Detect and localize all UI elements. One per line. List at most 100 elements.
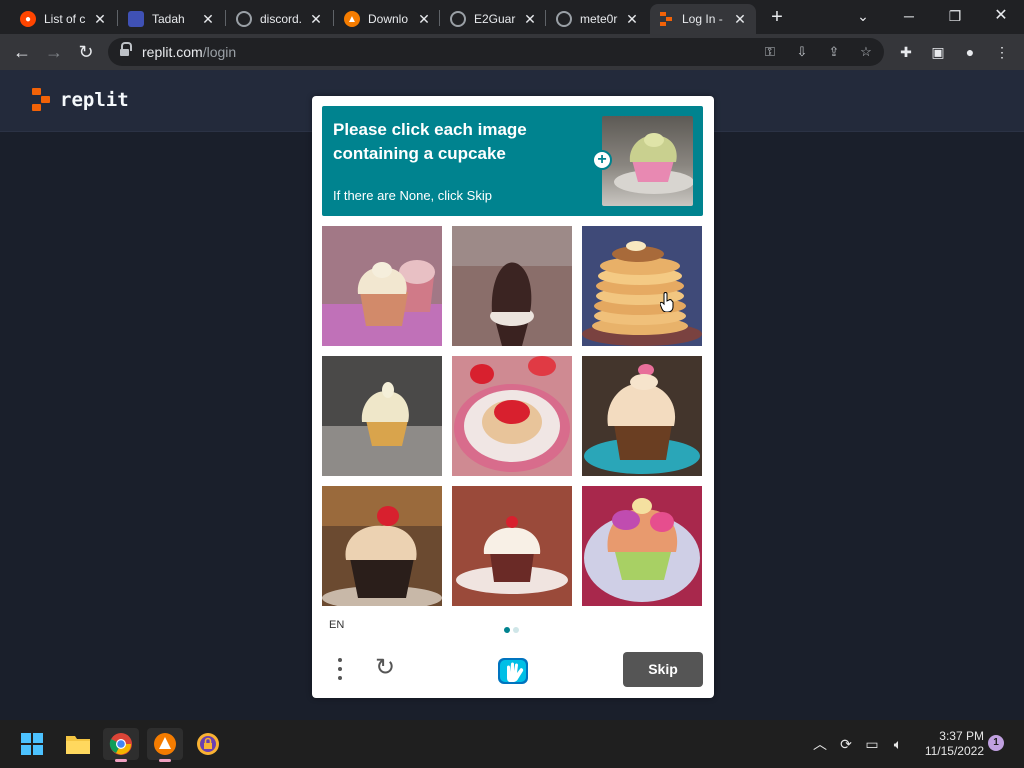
tab-title: List of c bbox=[44, 12, 86, 26]
language-selector[interactable]: EN bbox=[329, 619, 344, 631]
tab-e2guardian[interactable]: E2Guar ✕ bbox=[442, 4, 546, 34]
tab-search-button[interactable]: ⌄ bbox=[848, 4, 878, 28]
example-image bbox=[602, 116, 693, 206]
forward-button[interactable]: → bbox=[42, 40, 66, 64]
tab-title: discord. bbox=[260, 12, 303, 26]
menu-icon[interactable]: ⋮ bbox=[990, 40, 1014, 64]
tab-divider bbox=[117, 10, 118, 26]
image-tile[interactable] bbox=[582, 486, 702, 606]
tab-title: E2Guar bbox=[474, 12, 516, 26]
image-tile[interactable] bbox=[452, 486, 572, 606]
challenge-footer: ↻ Skip bbox=[312, 646, 714, 698]
add-example-icon: + bbox=[592, 150, 612, 170]
refresh-icon[interactable]: ↻ bbox=[372, 655, 398, 681]
figure-icon bbox=[128, 11, 144, 27]
tab-divider bbox=[439, 10, 440, 26]
sync-icon[interactable]: ⟳ bbox=[836, 734, 856, 754]
clock-date: 11/15/2022 bbox=[924, 744, 984, 758]
restore-button[interactable]: ❐ bbox=[940, 4, 970, 28]
back-button[interactable]: ← bbox=[10, 40, 34, 64]
image-tile[interactable] bbox=[322, 356, 442, 476]
tab-divider bbox=[333, 10, 334, 26]
file-explorer-button[interactable] bbox=[60, 728, 96, 760]
system-clock[interactable]: 3:37 PM 11/15/2022 bbox=[914, 729, 984, 759]
globe-icon bbox=[556, 11, 572, 27]
minimize-button[interactable]: ─ bbox=[894, 4, 924, 28]
close-icon[interactable]: ✕ bbox=[308, 11, 324, 28]
close-icon[interactable]: ✕ bbox=[200, 11, 216, 28]
tab-tadah[interactable]: Tadah ✕ bbox=[120, 4, 224, 34]
image-tile[interactable] bbox=[582, 356, 702, 476]
windows-logo-icon bbox=[21, 733, 43, 755]
globe-icon bbox=[450, 11, 466, 27]
reddit-icon: ● bbox=[20, 11, 36, 27]
profile-icon[interactable]: ● bbox=[958, 40, 982, 64]
reload-button[interactable]: ↻ bbox=[74, 40, 98, 64]
tab-title: Tadah bbox=[152, 12, 185, 26]
volume-icon[interactable]: 🔈︎ bbox=[888, 734, 908, 754]
download-site-icon: ▲ bbox=[344, 11, 360, 27]
hand-cursor-icon bbox=[660, 292, 674, 312]
share-icon[interactable]: ⇪ bbox=[824, 42, 844, 62]
url-host: replit.com bbox=[142, 44, 203, 60]
close-icon[interactable]: ✕ bbox=[732, 11, 748, 28]
skip-button[interactable]: Skip bbox=[623, 652, 703, 687]
image-tile[interactable] bbox=[582, 226, 702, 346]
running-indicator bbox=[159, 759, 171, 762]
replit-icon bbox=[658, 11, 674, 27]
tab-divider bbox=[545, 10, 546, 26]
image-tile[interactable] bbox=[322, 226, 442, 346]
start-button[interactable] bbox=[14, 728, 50, 760]
running-indicator bbox=[115, 759, 127, 762]
more-options-icon[interactable] bbox=[334, 656, 346, 682]
windows-taskbar: ︿ ⟳ ▭ 🔈︎ 3:37 PM 11/15/2022 1 bbox=[0, 720, 1024, 768]
tab-title: Downlo bbox=[368, 12, 409, 26]
tab-discord[interactable]: discord. ✕ bbox=[228, 4, 332, 34]
prompt-text: Please click each image containing a cup… bbox=[333, 120, 527, 163]
lock-icon bbox=[120, 42, 132, 57]
browser-tab-strip: ● List of c ✕ Tadah ✕ discord. ✕ ▲ Downl… bbox=[0, 0, 1024, 34]
new-tab-button[interactable]: + bbox=[766, 6, 788, 28]
clock-time: 3:37 PM bbox=[939, 729, 984, 743]
url-path: /login bbox=[202, 44, 237, 60]
url-text[interactable]: replit.com/login bbox=[142, 44, 236, 60]
folder-icon bbox=[66, 736, 90, 754]
captcha-challenge: Please click each image containing a cup… bbox=[312, 96, 714, 698]
extensions-icon[interactable]: ✚ bbox=[894, 40, 918, 64]
tab-title: Log In - bbox=[682, 12, 723, 26]
window-close-button[interactable]: ✕ bbox=[986, 4, 1016, 28]
chrome-button[interactable] bbox=[103, 728, 139, 762]
network-icon[interactable]: ▭ bbox=[862, 734, 882, 754]
orange-app-icon bbox=[154, 733, 176, 755]
close-icon[interactable]: ✕ bbox=[522, 11, 538, 28]
address-bar[interactable]: replit.com/login ⚿ ⇩ ⇪ ☆ bbox=[108, 38, 884, 66]
logo-text: replit bbox=[60, 89, 129, 111]
chrome-icon bbox=[109, 733, 132, 755]
chevron-up-icon[interactable]: ︿ bbox=[810, 734, 830, 754]
replit-logo-icon bbox=[32, 88, 52, 112]
side-panel-icon[interactable]: ▣ bbox=[926, 40, 950, 64]
install-icon[interactable]: ⇩ bbox=[792, 42, 812, 62]
notification-badge[interactable]: 1 bbox=[988, 735, 1004, 751]
app-button-orange[interactable] bbox=[147, 728, 183, 762]
tab-replit-login[interactable]: Log In - ✕ bbox=[650, 4, 756, 34]
replit-logo[interactable]: replit bbox=[32, 88, 129, 112]
bookmark-star-icon[interactable]: ☆ bbox=[856, 42, 876, 62]
close-icon[interactable]: ✕ bbox=[92, 11, 108, 28]
tab-meteor[interactable]: mete0r ✕ bbox=[548, 4, 648, 34]
image-tile[interactable] bbox=[322, 486, 442, 606]
challenge-prompt: Please click each image containing a cup… bbox=[322, 106, 703, 216]
vpn-app-button[interactable] bbox=[190, 728, 226, 760]
tab-divider bbox=[225, 10, 226, 26]
key-icon[interactable]: ⚿ bbox=[760, 42, 780, 62]
close-icon[interactable]: ✕ bbox=[416, 11, 432, 28]
hcaptcha-logo-icon[interactable] bbox=[496, 654, 530, 686]
browser-toolbar: ← → ↻ replit.com/login ⚿ ⇩ ⇪ ☆ ✚ ▣ ● ⋮ bbox=[0, 34, 1024, 70]
tab-download[interactable]: ▲ Downlo ✕ bbox=[336, 4, 440, 34]
tab-title: mete0r bbox=[580, 12, 618, 26]
image-tile[interactable] bbox=[452, 356, 572, 476]
image-tile[interactable] bbox=[452, 226, 572, 346]
close-icon[interactable]: ✕ bbox=[624, 11, 640, 28]
prompt-subtext: If there are None, click Skip bbox=[333, 188, 492, 203]
tab-reddit[interactable]: ● List of c ✕ bbox=[12, 4, 116, 34]
